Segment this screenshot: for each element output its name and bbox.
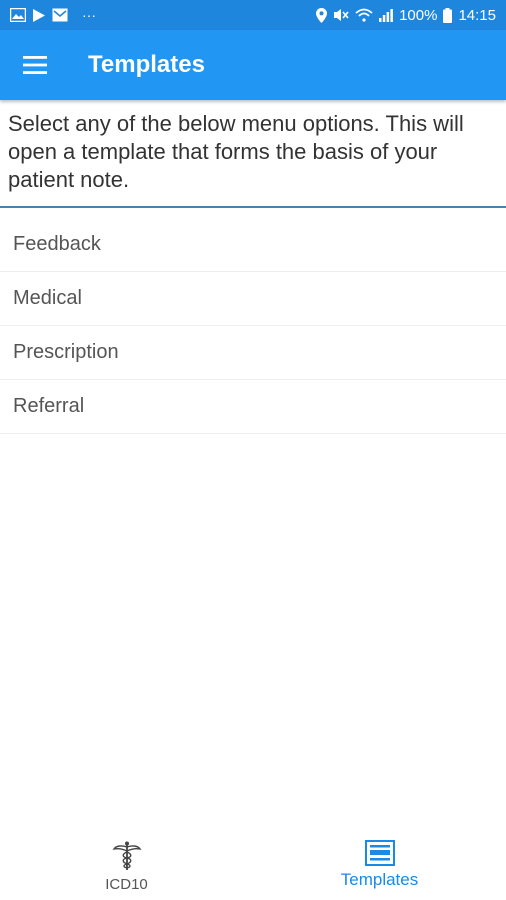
intro-text: Select any of the below menu options. Th…	[0, 100, 506, 208]
template-item-referral[interactable]: Referral	[0, 380, 506, 434]
template-item-prescription[interactable]: Prescription	[0, 326, 506, 380]
bottom-navigation: ICD10 Templates	[0, 826, 506, 900]
location-icon	[316, 7, 328, 23]
mute-icon	[333, 8, 349, 22]
wifi-icon	[355, 8, 373, 22]
template-item-medical[interactable]: Medical	[0, 272, 506, 326]
caduceus-icon	[111, 840, 143, 872]
mail-icon	[52, 8, 68, 22]
template-item-feedback[interactable]: Feedback	[0, 218, 506, 272]
template-menu-list: Feedback Medical Prescription Referral	[0, 218, 506, 434]
clock: 14:15	[458, 6, 496, 24]
template-icon	[364, 840, 395, 866]
tab-templates[interactable]: Templates	[253, 826, 506, 900]
tab-icd10-label: ICD10	[105, 876, 148, 893]
battery-percentage: 100%	[399, 6, 438, 24]
status-bar: ··· 100% 14:15	[0, 0, 506, 30]
tab-templates-label: Templates	[340, 870, 419, 889]
tab-icd10[interactable]: ICD10	[0, 826, 253, 900]
gallery-icon	[10, 8, 26, 22]
page-title: Templates	[88, 51, 205, 78]
battery-icon	[443, 7, 453, 23]
status-bar-left: ···	[10, 7, 96, 23]
hamburger-menu-icon	[23, 56, 47, 74]
signal-icon	[379, 8, 393, 22]
app-bar: Templates	[0, 30, 506, 100]
navigation-menu-button[interactable]	[0, 30, 70, 100]
status-bar-right: 100% 14:15	[316, 7, 496, 24]
more-notifications-indicator: ···	[82, 7, 96, 23]
play-store-icon	[32, 8, 46, 23]
